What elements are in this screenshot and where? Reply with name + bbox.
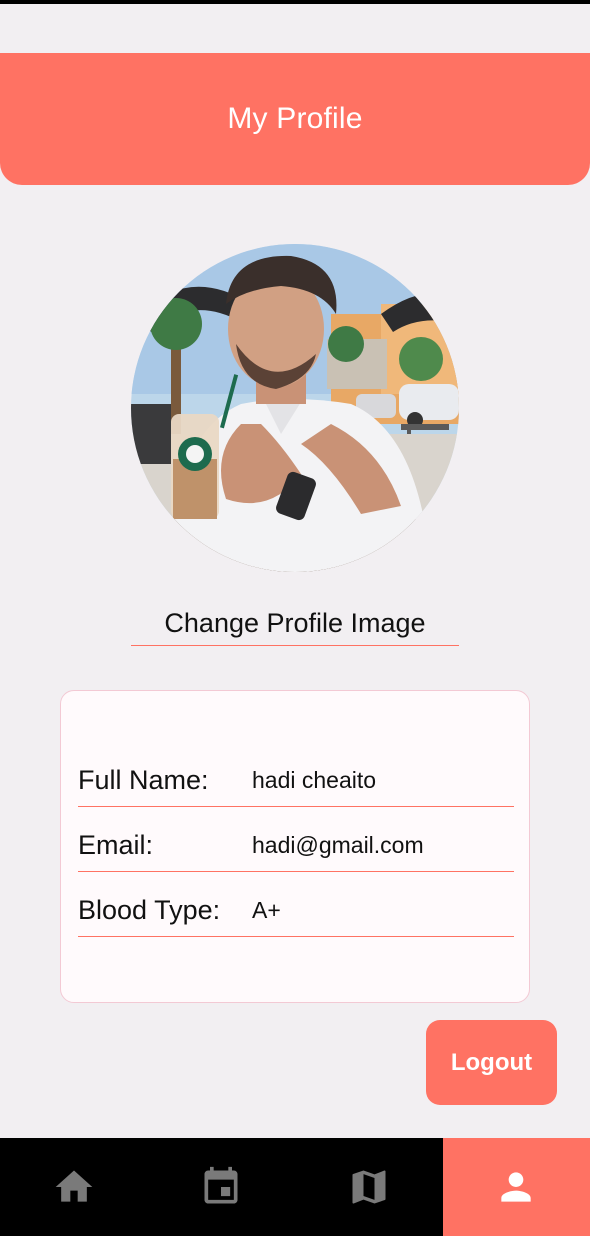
full-name-label: Full Name: — [78, 765, 209, 795]
email-label: Email: — [78, 830, 154, 860]
full-name-value: hadi cheaito — [252, 767, 377, 793]
calendar-icon — [204, 1166, 238, 1204]
nav-item-home[interactable] — [0, 1138, 148, 1236]
page-title: My Profile — [227, 102, 363, 135]
email-row: Email: hadi@gmail.com — [78, 822, 514, 872]
avatar-photo — [131, 244, 459, 572]
profile-info-card: Full Name: hadi cheaito Email: hadi@gmai… — [60, 690, 530, 1003]
bottom-navigation — [0, 1138, 590, 1236]
full-name-row: Full Name: hadi cheaito — [78, 757, 514, 807]
change-profile-image-link[interactable]: Change Profile Image — [131, 608, 459, 646]
email-value: hadi@gmail.com — [252, 832, 424, 858]
blood-type-row: Blood Type: A+ — [78, 887, 514, 937]
nav-item-map[interactable] — [295, 1138, 443, 1236]
map-icon — [352, 1170, 386, 1204]
status-bar — [0, 0, 590, 4]
blood-type-label: Blood Type: — [78, 895, 221, 925]
header: My Profile — [0, 53, 590, 185]
nav-item-calendar[interactable] — [148, 1138, 296, 1236]
blood-type-value: A+ — [252, 897, 281, 923]
nav-item-profile[interactable] — [442, 1138, 590, 1236]
home-icon — [55, 1170, 93, 1202]
person-icon — [501, 1172, 531, 1202]
logout-button[interactable]: Logout — [426, 1020, 557, 1105]
profile-avatar[interactable] — [131, 244, 459, 572]
